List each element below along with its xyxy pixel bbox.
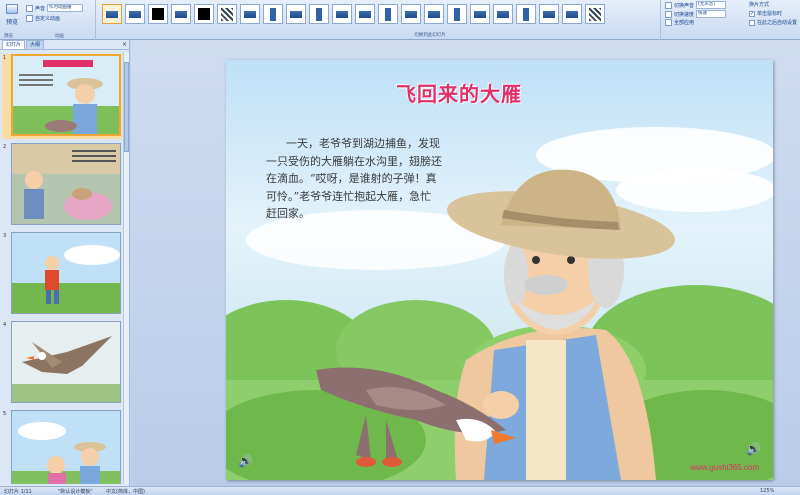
custom-animation-label: 自定义动画 [35,15,61,22]
tab-outline[interactable]: 大纲 [26,40,45,49]
slide-thumbnails: 1 2 3 4 5 [0,52,124,484]
on-click-row[interactable]: ✓ 单击鼠标时 [749,10,782,17]
status-bar: 幻灯片 1/11 "默认设计模板" 中文(简体，中国) 125% [0,486,800,495]
sound-combo[interactable]: [无声音] [696,1,727,9]
slides-pane: 幻灯片 大纲 × 1 2 3 4 5 [0,40,130,486]
transition-cut-tile[interactable] [194,4,214,24]
slide-thumb-image [11,321,121,403]
tab-slides[interactable]: 幻灯片 [2,40,26,49]
close-icon[interactable]: × [122,41,127,48]
transition-strips-tile[interactable] [470,4,490,24]
preview-group-label: 预览 [4,34,13,39]
transition-push-right-tile[interactable] [447,4,467,24]
animation-group-label: 动画 [55,34,64,39]
transition-dissolve-tile[interactable] [217,4,237,24]
preview-animation-group: 预览 声音 作为动画播 自定义动画 预览 动画 [0,0,96,40]
scroll-thumb[interactable] [124,62,129,152]
transition-options-group: 切换声音 [无声音] 切换速度 快速 全部应用 换片方式 ✓ 单击鼠标时 在此之… [660,0,800,40]
sound-label: 切换声音 [674,2,695,9]
slide-number: 3 [3,233,7,239]
slide-illustration [226,127,773,480]
transition-box-tile[interactable] [401,4,421,24]
slide-number: 2 [3,144,7,150]
transition-zoom-tile[interactable] [516,4,536,24]
transition-cover-tile[interactable] [286,4,306,24]
slides-scrollbar[interactable] [123,52,129,484]
slide-number: 1 [3,55,7,61]
slide-thumbnail-4[interactable]: 4 [2,321,122,406]
transition-push-up-tile[interactable] [240,4,260,24]
slide-title[interactable]: 飞回来的大雁 [396,78,616,107]
transition-wipe-down-tile[interactable] [171,4,191,24]
speaker-icon[interactable]: 🔊 [238,454,253,468]
animation-icon [26,4,33,12]
speed-row: 切换速度 快速 [665,10,727,18]
animation-row: 声音 作为动画播 [26,3,94,13]
auto-after-label: 在此之后自动设置 [757,20,798,26]
transition-push-down-tile[interactable] [355,4,375,24]
current-slide[interactable]: 飞回来的大雁 一天，老爷爷到湖边捕鱼，发现一只受伤的大雁躺在水沟里，翅膀还在滴血… [226,60,773,480]
speed-combo[interactable]: 快速 [696,10,727,18]
slide-editor: 飞回来的大雁 一天，老爷爷到湖边捕鱼，发现一只受伤的大雁躺在水沟里，翅膀还在滴血… [131,40,800,486]
slide-thumb-image [11,54,121,136]
advance-title: 换片方式 [749,2,770,8]
custom-animation-icon [26,14,33,22]
slide-body-text[interactable]: 一天，老爷爷到湖边捕鱼，发现一只受伤的大雁躺在水沟里，翅膀还在滴血。“哎呀，是谁… [266,135,442,223]
auto-after-row[interactable]: 在此之后自动设置 [749,19,797,26]
speaker-icon-right[interactable]: 🔊 [746,442,761,456]
custom-animation-row[interactable]: 自定义动画 [26,13,94,23]
transition-gallery [100,0,658,28]
animation-combo[interactable]: 作为动画播 [47,4,84,12]
slide-number: 5 [3,411,7,417]
auto-after-checkbox[interactable] [749,19,755,26]
on-click-checkbox[interactable]: ✓ [749,10,755,17]
apply-all-icon [665,19,672,26]
slide-count: 幻灯片 1/11 [4,489,32,495]
transition-shape-tile[interactable] [309,4,329,24]
slide-thumbnail-2[interactable]: 2 [2,143,122,228]
slide-thumbnail-1[interactable]: 1 [2,54,122,139]
website-url: www.gushi365.com [690,463,759,472]
speed-label: 切换速度 [674,11,695,18]
preview-label: 预览 [5,19,18,26]
transition-diagonal-tile[interactable] [562,4,582,24]
on-click-label: 单击鼠标时 [757,11,783,17]
transition-uncover-tile[interactable] [378,4,398,24]
slide-thumb-image [11,232,121,314]
sound-row: 切换声音 [无声音] [665,1,727,9]
slide-thumbnail-5[interactable]: 5 [2,410,122,484]
speed-icon [665,10,672,18]
transition-corner-tile[interactable] [493,4,513,24]
transition-fade-tile[interactable] [125,4,145,24]
ribbon: 预览 声音 作为动画播 自定义动画 预览 动画 切换到此幻灯片 切换声音 [无声… [0,0,800,40]
slide-thumbnail-3[interactable]: 3 [2,232,122,317]
animation-label: 声音 [35,5,46,12]
preview-icon [6,4,18,14]
transition-wipe-up-tile[interactable] [332,4,352,24]
transition-reveal-tile[interactable] [539,4,559,24]
sound-icon [665,1,672,9]
transition-push-left-tile[interactable] [424,4,444,24]
preview-button[interactable]: 预览 [2,2,22,30]
slide-thumb-image [11,410,121,484]
slide-thumb-image [11,143,121,225]
language: 中文(简体，中国) [106,489,145,495]
theme-name: "默认设计模板" [58,489,93,495]
transition-none-tile[interactable] [102,4,122,24]
transition-random-tile[interactable] [585,4,605,24]
gallery-group-label: 切换到此幻灯片 [414,33,446,38]
apply-all-button[interactable]: 全部应用 [665,19,694,26]
zoom-level[interactable]: 125% [760,488,774,494]
apply-all-label: 全部应用 [674,20,695,26]
transition-black-tile[interactable] [148,4,168,24]
pane-tabs: 幻灯片 大纲 × [0,40,129,50]
slide-number: 4 [3,322,7,328]
transition-split-tile[interactable] [263,4,283,24]
